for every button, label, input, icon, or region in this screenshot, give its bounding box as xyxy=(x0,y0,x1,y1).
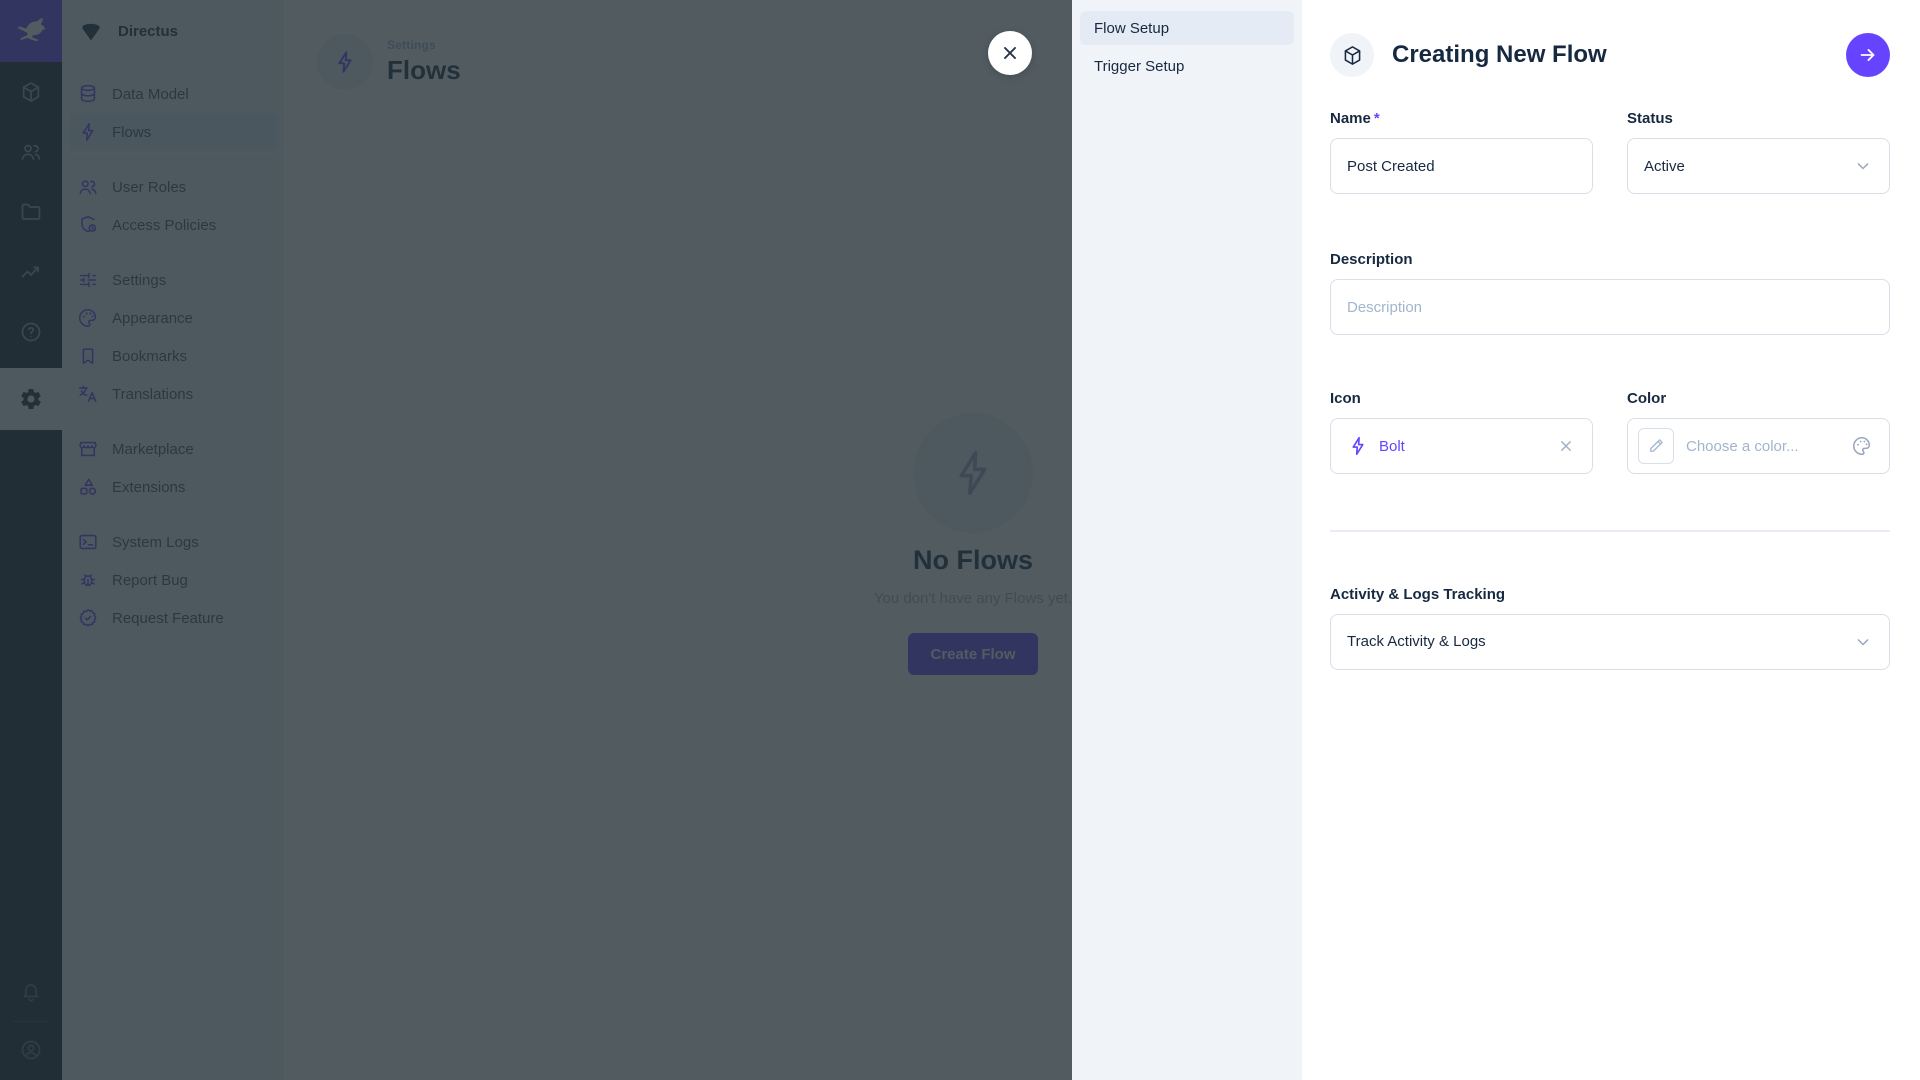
drawer-main: Creating New Flow Name* Status Active xyxy=(1302,0,1920,1080)
chevron-down-icon xyxy=(1853,632,1873,652)
arrow-right-icon xyxy=(1857,44,1879,66)
color-field-group: Color Choose a color... xyxy=(1627,390,1890,474)
status-field-group: Status Active xyxy=(1627,110,1890,194)
description-input[interactable] xyxy=(1330,279,1890,335)
name-field-group: Name* xyxy=(1330,110,1593,194)
required-marker: * xyxy=(1374,110,1380,127)
tracking-value: Track Activity & Logs xyxy=(1347,633,1486,650)
color-label: Color xyxy=(1627,390,1890,407)
drawer-nav-flow-setup[interactable]: Flow Setup xyxy=(1080,11,1294,45)
form-row-icon-color: Icon Bolt Color xyxy=(1330,390,1890,474)
status-select[interactable]: Active xyxy=(1627,138,1890,194)
cube-icon xyxy=(1341,44,1364,67)
close-icon xyxy=(999,42,1021,64)
bolt-icon xyxy=(1347,435,1369,457)
drawer-close-button[interactable] xyxy=(988,31,1032,75)
palette-icon[interactable] xyxy=(1851,435,1873,457)
name-input[interactable] xyxy=(1330,138,1593,194)
drawer-header: Creating New Flow xyxy=(1330,0,1890,110)
tracking-field-group: Activity & Logs Tracking Track Activity … xyxy=(1330,586,1890,670)
tracking-select[interactable]: Track Activity & Logs xyxy=(1330,614,1890,670)
icon-label: Icon xyxy=(1330,390,1593,407)
drawer-nav: Flow Setup Trigger Setup xyxy=(1072,0,1302,1080)
name-label: Name* xyxy=(1330,110,1593,127)
description-field-group: Description xyxy=(1330,251,1890,335)
create-flow-drawer: Flow Setup Trigger Setup Creating New Fl… xyxy=(1072,0,1920,1080)
tracking-label: Activity & Logs Tracking xyxy=(1330,586,1890,603)
color-input[interactable]: Choose a color... xyxy=(1627,418,1890,474)
drawer-save-button[interactable] xyxy=(1846,33,1890,77)
description-label: Description xyxy=(1330,251,1890,268)
chevron-down-icon xyxy=(1853,156,1873,176)
status-value: Active xyxy=(1644,158,1685,175)
eyedropper-icon xyxy=(1647,437,1665,455)
status-label: Status xyxy=(1627,110,1890,127)
color-swatch-button[interactable] xyxy=(1638,428,1674,464)
icon-select[interactable]: Bolt xyxy=(1330,418,1593,474)
drawer-title: Creating New Flow xyxy=(1392,41,1607,69)
color-placeholder: Choose a color... xyxy=(1686,438,1799,455)
drawer-header-icon-circle xyxy=(1330,33,1374,77)
form-row-name-status: Name* Status Active xyxy=(1330,110,1890,194)
form-divider xyxy=(1330,530,1890,532)
drawer-nav-trigger-setup[interactable]: Trigger Setup xyxy=(1080,49,1294,83)
icon-value: Bolt xyxy=(1379,438,1405,455)
icon-field-group: Icon Bolt xyxy=(1330,390,1593,474)
clear-icon[interactable] xyxy=(1556,436,1576,456)
